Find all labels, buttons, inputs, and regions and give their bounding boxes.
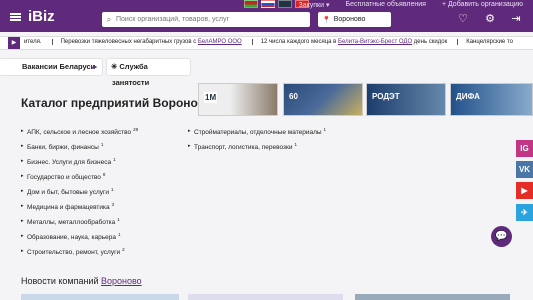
category-link[interactable]: Государство и общество8 [21, 172, 105, 181]
free-ads-link[interactable]: Бесплатные объявления [345, 1, 425, 9]
news-city-link[interactable]: Вороново [101, 276, 142, 286]
youtube-icon[interactable]: ▶ [516, 182, 533, 199]
news-section-title: Новости компаний Вороново [21, 276, 142, 286]
category-link[interactable]: Бизнес. Услуги для бизнеса1 [21, 157, 116, 166]
ad-banner[interactable]: 1М [198, 83, 278, 116]
category-link[interactable]: Строительство, ремонт, услуги2 [21, 247, 125, 256]
vacancies-label: Вакансии Беларуси [22, 62, 96, 71]
play-icon[interactable]: ▶ [8, 37, 20, 49]
telegram-icon[interactable]: ✈ [516, 204, 533, 221]
news-ticker: ▶ ителя. Перевозки тяжеловесных негабари… [0, 36, 533, 50]
service-label: Служба [119, 62, 148, 71]
page-title: Каталог предприятий Вороново [21, 96, 213, 110]
service-label-cont: занятости [112, 78, 150, 87]
chat-icon[interactable]: 💬 [491, 226, 512, 247]
ticker-item: 12 числа каждого месяца в Белита-Витэкс-… [251, 39, 447, 45]
ticker-link[interactable]: БелАМРО ООО [198, 39, 242, 45]
flag-by-icon[interactable] [244, 0, 258, 8]
favorites-icon[interactable]: ♡ [455, 11, 471, 27]
news-card[interactable] [355, 294, 510, 300]
news-card[interactable] [188, 294, 343, 300]
category-link[interactable]: Стройматериалы, отделочные материалы1 [188, 127, 326, 136]
vacancies-button[interactable]: Вакансии Беларуси ▸ [0, 59, 102, 75]
location-pin-icon: 📍 [322, 16, 331, 24]
search-box: ⌕ [102, 12, 310, 27]
city-selector[interactable]: 📍 Вороново [318, 12, 391, 27]
ticker-link[interactable]: ителя. [24, 39, 42, 45]
login-icon[interactable]: ⇥ [508, 11, 524, 27]
category-link[interactable]: АПК, сельское и лесное хозяйство28 [21, 127, 138, 136]
top-links: Закупки ▾ Бесплатные объявления + Добави… [298, 1, 523, 9]
compare-icon[interactable]: ⚙ [482, 11, 498, 27]
arrow-right-icon: ▸ [93, 62, 97, 71]
category-link[interactable]: Образование, наука, карьера1 [21, 232, 120, 241]
ad-banner[interactable]: 60 [283, 83, 363, 116]
search-icon[interactable]: ⌕ [102, 15, 116, 25]
ad-banner[interactable]: РОДЭТ [366, 83, 446, 116]
news-card[interactable] [21, 294, 179, 300]
purchases-link[interactable]: Закупки ▾ [298, 1, 329, 9]
ticker-item: Перевозки тяжеловесных негабаритных груз… [51, 39, 242, 45]
instagram-icon[interactable]: IG [516, 140, 533, 157]
site-logo[interactable]: iBiz [28, 8, 55, 25]
ticker-item[interactable]: Канцелярские то [457, 39, 513, 45]
employment-service-button[interactable]: ✳ Служба [107, 59, 190, 75]
category-link[interactable]: Медицина и фармацевтика3 [21, 202, 114, 211]
ticker-link[interactable]: Белита-Витэкс-Брест ОДО [338, 39, 412, 45]
city-label: Вороново [333, 16, 366, 23]
vk-icon[interactable]: VK [516, 161, 533, 178]
flag-gb-icon[interactable] [278, 0, 292, 8]
flag-ru-icon[interactable] [261, 0, 275, 8]
category-link[interactable]: Банки, биржи, финансы1 [21, 142, 103, 151]
search-input[interactable] [116, 16, 306, 23]
menu-icon[interactable] [10, 13, 21, 21]
category-link[interactable]: Металлы, металлообработка1 [21, 217, 120, 226]
ad-banner[interactable]: ДИФА [450, 83, 533, 116]
ticker-item: ителя. [24, 39, 42, 45]
add-organization-link[interactable]: + Добавить организацию [442, 1, 523, 9]
top-header: iBiz Закупки ▾ Бесплатные объявления + Д… [0, 0, 533, 32]
service-icon: ✳ [111, 62, 118, 71]
category-link[interactable]: Дом и быт, бытовые услуги1 [21, 187, 113, 196]
category-link[interactable]: Транспорт, логистика, перевозки1 [188, 142, 297, 151]
